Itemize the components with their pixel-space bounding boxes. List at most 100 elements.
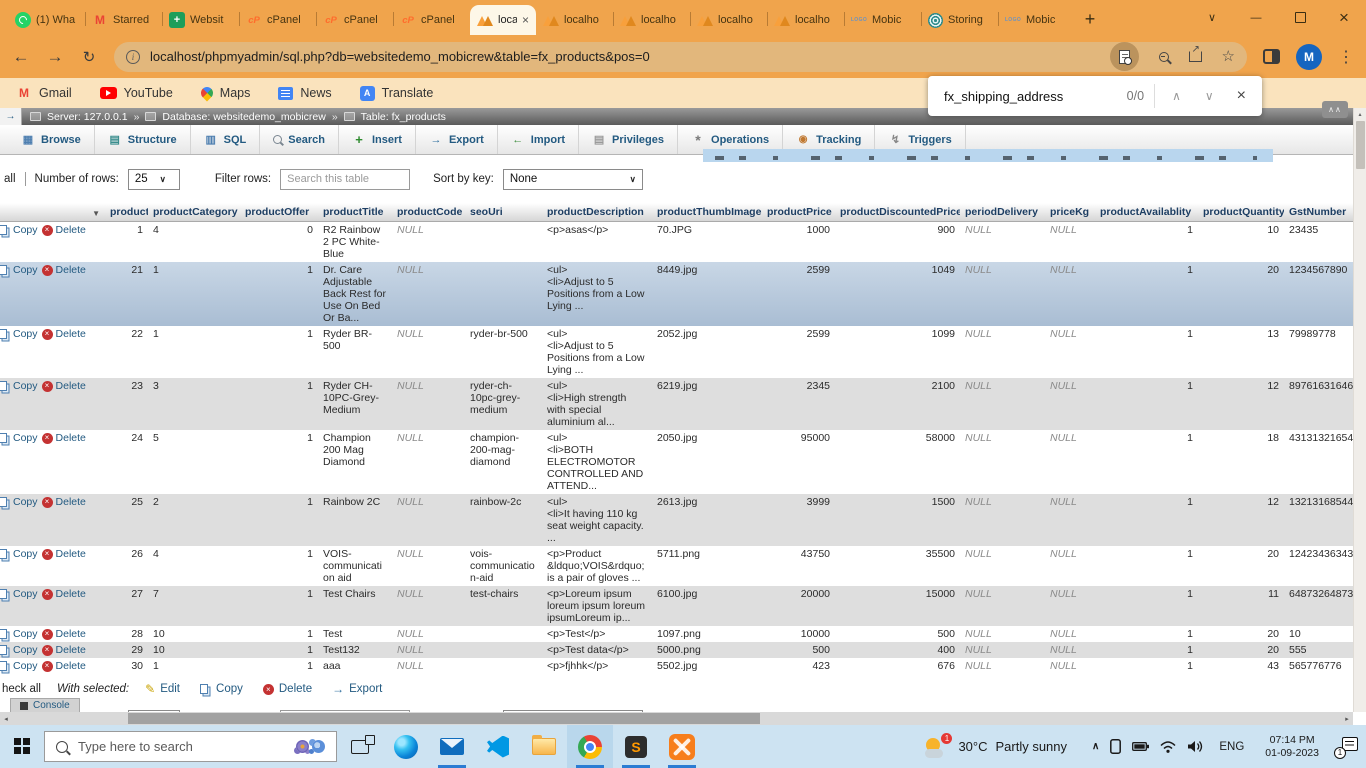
delete-row-link[interactable]: Delete [42,496,86,508]
scroll-right-icon[interactable] [1341,712,1353,725]
browser-tab[interactable]: (1) Wha [8,5,85,35]
browser-tab[interactable]: Websit [162,5,239,35]
column-header[interactable]: GstNumber [1284,203,1353,222]
pma-tab-sql[interactable]: SQL [191,125,261,154]
copy-row-link[interactable]: Copy [0,224,38,236]
delete-row-link[interactable]: Delete [42,548,86,560]
vertical-scrollbar[interactable] [1353,108,1366,712]
vertical-scrollbar-thumb[interactable] [1356,121,1365,169]
rows-per-page-select[interactable]: 25∨ [128,169,180,190]
delete-row-link[interactable]: Delete [42,644,86,656]
copy-row-link[interactable]: Copy [0,628,38,640]
find-in-page-icon[interactable] [1110,42,1139,71]
bookmark-youtube[interactable]: YouTube [100,86,173,100]
edit-selected-link[interactable]: Edit [145,682,180,696]
pma-tab-browse[interactable]: Browse [8,125,95,154]
pma-tab-privileges[interactable]: Privileges [579,125,678,154]
copy-row-link[interactable]: Copy [0,496,38,508]
pma-tab-insert[interactable]: Insert [339,125,416,154]
column-header[interactable]: productDiscountedPrice [835,203,960,222]
pma-tab-export[interactable]: Export [416,125,498,154]
delete-row-link[interactable]: Delete [42,432,86,444]
column-header[interactable]: productPrice [762,203,835,222]
browser-tab[interactable]: Mobic [844,5,921,35]
minimize-button[interactable] [1234,0,1278,35]
browser-tab[interactable]: localho [536,5,613,35]
copy-row-link[interactable]: Copy [0,548,38,560]
delete-row-link[interactable]: Delete [42,660,86,672]
new-tab-button[interactable] [1075,4,1105,34]
breadcrumb-database[interactable]: Database: websitedemo_mobicrew [162,111,325,123]
scroll-left-icon[interactable] [0,712,12,725]
back-button[interactable] [12,47,30,67]
bookmark-maps[interactable]: Maps [201,86,251,100]
start-button[interactable] [0,725,44,768]
zoom-icon[interactable] [1159,52,1169,62]
notification-center-icon[interactable]: 1 [1336,737,1358,757]
pma-tab-import[interactable]: Import [498,125,579,154]
tab-search-icon[interactable] [1190,0,1234,35]
sidebar-toggle-icon[interactable] [0,108,22,125]
column-header[interactable]: productOffer [240,203,318,222]
copy-row-link[interactable]: Copy [0,328,38,340]
browser-tab[interactable]: Mobic [998,5,1075,35]
forward-button[interactable] [46,47,64,67]
delete-selected-link[interactable]: Delete [263,682,312,696]
browser-tab[interactable]: cPanel [239,5,316,35]
column-header[interactable]: productID [105,203,148,222]
tray-expand-icon[interactable] [1092,741,1099,752]
breadcrumb-server[interactable]: Server: 127.0.0.1 [47,111,128,123]
taskbar-app-xampp[interactable] [659,725,705,768]
browser-tab[interactable]: loca× [470,5,536,35]
delete-row-link[interactable]: Delete [42,224,86,236]
delete-row-link[interactable]: Delete [42,380,86,392]
taskbar-app-sublime-text[interactable] [613,725,659,768]
browser-tab[interactable]: cPanel [393,5,470,35]
taskbar-search[interactable]: Type here to search [44,731,337,762]
column-header[interactable]: productQuantity [1198,203,1284,222]
bookmark-news[interactable]: News [278,86,331,100]
horizontal-scrollbar-thumb[interactable] [128,713,760,724]
profile-avatar[interactable]: M [1296,44,1322,70]
check-all-label[interactable]: heck all [2,683,41,695]
column-header[interactable]: priceKg [1045,203,1095,222]
find-input[interactable] [944,89,1117,104]
column-header[interactable]: productAvailablity [1095,203,1198,222]
sort-options-icon[interactable]: ▼ [92,209,100,218]
scroll-to-top-icon[interactable] [1322,101,1348,118]
restore-button[interactable] [1278,0,1322,35]
copy-selected-link[interactable]: Copy [200,682,243,696]
delete-row-link[interactable]: Delete [42,328,86,340]
filter-input[interactable] [280,169,410,190]
find-close-icon[interactable]: × [1231,87,1252,105]
browser-tab[interactable]: localho [613,5,690,35]
copy-row-link[interactable]: Copy [0,264,38,276]
bookmark-translate[interactable]: Translate [360,86,434,101]
taskbar-app-vscode[interactable] [475,725,521,768]
weather-widget[interactable]: 1 30°C Partly sunny [924,735,1067,759]
breadcrumb-table[interactable]: Table: fx_products [361,111,446,123]
language-indicator[interactable]: ENG [1219,741,1244,753]
phone-icon[interactable] [1110,739,1121,754]
site-info-icon[interactable]: i [126,50,140,64]
find-previous-icon[interactable]: ∧ [1165,89,1188,103]
column-header[interactable]: productCode [392,203,465,222]
column-header[interactable]: productTitle [318,203,392,222]
taskbar-app-mail[interactable] [429,725,475,768]
taskbar-app-edge[interactable] [383,725,429,768]
show-all-label[interactable]: all [4,173,16,185]
delete-row-link[interactable]: Delete [42,588,86,600]
scroll-up-icon[interactable] [1354,108,1366,120]
battery-icon[interactable] [1132,741,1149,752]
console-tab[interactable]: Console [10,698,80,712]
bookmark-gmail[interactable]: Gmail [16,85,72,101]
copy-row-link[interactable]: Copy [0,660,38,672]
taskbar-app-file-explorer[interactable] [521,725,567,768]
bookmark-star-icon[interactable] [1222,47,1235,66]
sort-by-key-select[interactable]: None∨ [503,169,643,190]
clock[interactable]: 07:14 PM 01-09-2023 [1265,734,1319,760]
menu-kebab-icon[interactable] [1338,47,1354,67]
column-header[interactable]: productDescription [542,203,652,222]
browser-tab[interactable]: Storing [921,5,998,35]
export-selected-link[interactable]: Export [332,682,382,696]
